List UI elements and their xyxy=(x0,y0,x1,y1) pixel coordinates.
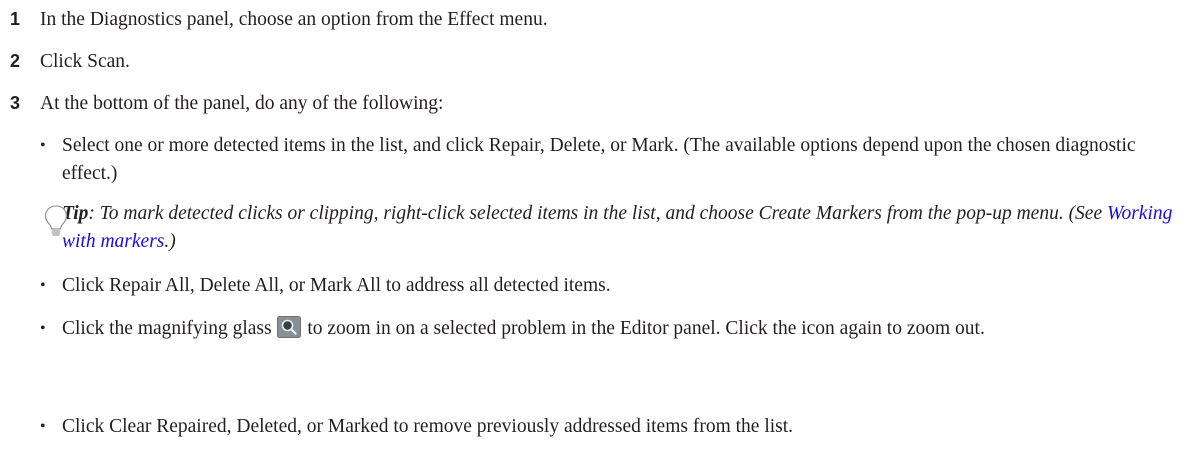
step-number: 1 xyxy=(10,9,21,29)
bullet-text-after-icon: to zoom in on a selected problem in the … xyxy=(307,318,985,339)
bullet-item-repair-all: • Click Repair All, Delete All, or Mark … xyxy=(40,272,1180,300)
bullet-glyph: • xyxy=(40,277,46,294)
step-number: 2 xyxy=(10,51,21,71)
bullet-text-before-icon: Click the magnifying glass xyxy=(62,318,272,339)
step-text: Click Scan. xyxy=(40,51,130,72)
bullet-text: Click Clear Repaired, Deleted, or Marked… xyxy=(62,416,794,437)
bullet-text: Click the magnifying glass to zoom in on… xyxy=(62,315,1180,343)
bullet-text: Select one or more detected items in the… xyxy=(62,135,1136,184)
step-number: 3 xyxy=(10,93,21,113)
step-text: In the Diagnostics panel, choose an opti… xyxy=(40,9,548,30)
bullet-glyph: • xyxy=(40,137,46,154)
bullet-item-clear: • Click Clear Repaired, Deleted, or Mark… xyxy=(40,413,1180,441)
tip-text: Tip: To mark detected clicks or clipping… xyxy=(62,200,1184,256)
magnifying-glass-icon xyxy=(277,316,302,338)
tip-body: : To mark detected clicks or clipping, r… xyxy=(88,203,1107,224)
bullet-glyph: • xyxy=(40,320,46,337)
bullet-item-magnify: • Click the magnifying glass to zoom in … xyxy=(40,315,1180,343)
bullet-text: Click Repair All, Delete All, or Mark Al… xyxy=(62,275,611,296)
tip-closing: .) xyxy=(164,231,176,252)
step-3: 3 At the bottom of the panel, do any of … xyxy=(10,89,443,118)
step-text: At the bottom of the panel, do any of th… xyxy=(40,93,444,114)
bullet-item-select: • Select one or more detected items in t… xyxy=(40,132,1180,188)
lightbulb-icon xyxy=(44,205,68,236)
step-1: 1 In the Diagnostics panel, choose an op… xyxy=(10,5,548,34)
bullet-glyph: • xyxy=(40,418,46,435)
step-2: 2 Click Scan. xyxy=(10,47,130,76)
tip-note: Tip: To mark detected clicks or clipping… xyxy=(44,200,1184,256)
